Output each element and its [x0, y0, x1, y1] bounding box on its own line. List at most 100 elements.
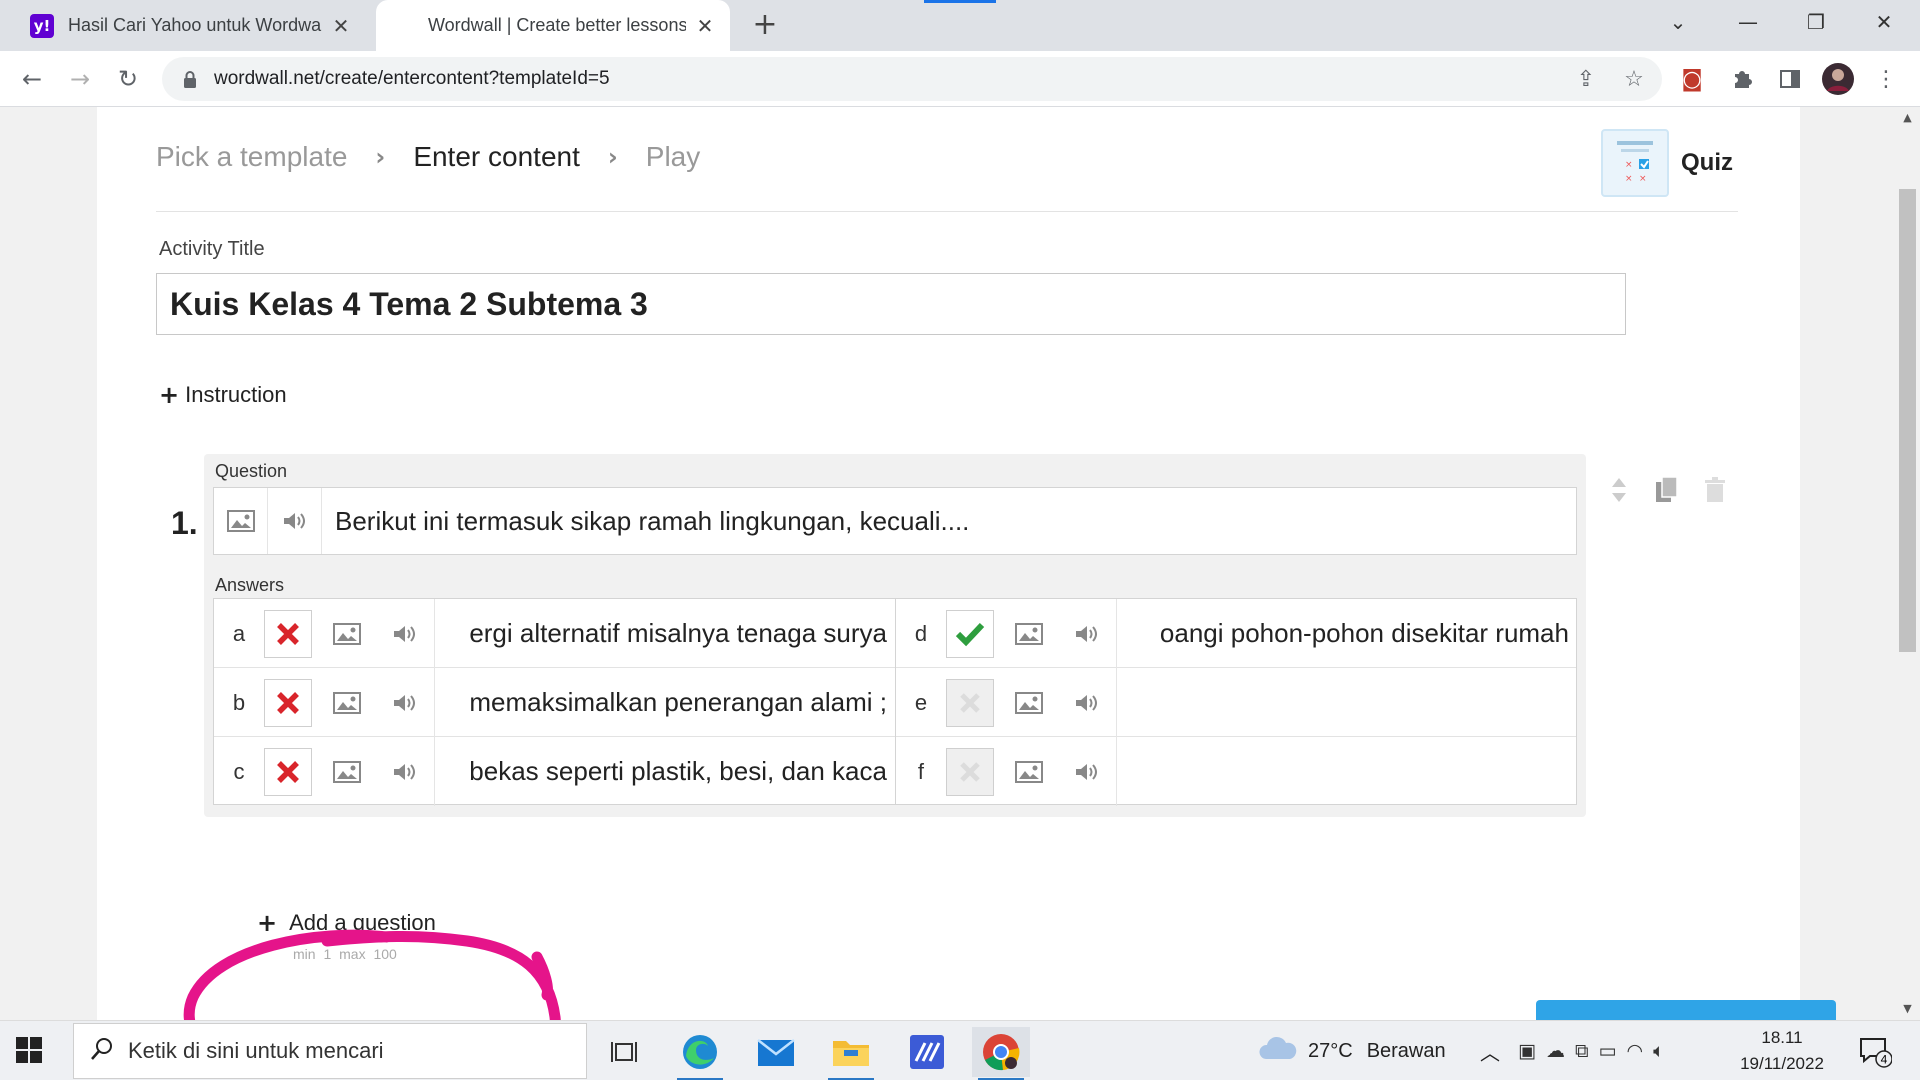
extensions-puzzle-icon[interactable] — [1726, 63, 1758, 95]
question-number: 1. — [171, 505, 198, 541]
incorrect-cross-icon[interactable] — [263, 747, 312, 796]
inactive-cross-icon[interactable] — [945, 678, 994, 727]
speaker-icon[interactable] — [376, 599, 434, 668]
screen-capture-icon[interactable]: ⧉ — [1575, 1040, 1589, 1062]
pocket-extension-icon[interactable]: ◙ — [1676, 63, 1708, 95]
reload-button[interactable]: ↻ — [110, 61, 146, 97]
volume-icon[interactable]: 🔈︎ — [1653, 1040, 1664, 1062]
speaker-icon[interactable] — [1058, 737, 1116, 806]
scrollbar-thumb[interactable] — [1899, 189, 1916, 652]
answer-text-input[interactable] — [1115, 737, 1577, 806]
question-row: Berikut ini termasuk sikap ramah lingkun… — [213, 487, 1577, 555]
chevron-right-icon: › — [375, 143, 386, 171]
incorrect-cross-icon[interactable] — [263, 678, 312, 727]
profile-avatar[interactable] — [1822, 63, 1854, 95]
chrome-icon[interactable] — [972, 1027, 1030, 1080]
yahoo-icon: y! — [30, 13, 54, 38]
tray-expand-icon[interactable]: ︿ — [1480, 1021, 1500, 1080]
meet-now-icon[interactable]: ▣ — [1518, 1040, 1536, 1062]
done-button[interactable] — [1536, 1000, 1836, 1020]
reorder-arrows-icon[interactable] — [1602, 473, 1636, 507]
svg-text:×: × — [1625, 160, 1633, 170]
duplicate-icon[interactable] — [1650, 473, 1684, 507]
taskbar-clock[interactable]: 18.11 19/11/2022 — [1734, 1025, 1830, 1077]
breadcrumb-pick-template[interactable]: Pick a template — [156, 141, 347, 173]
speaker-icon[interactable] — [376, 737, 434, 806]
close-icon[interactable]: ✕ — [330, 14, 352, 38]
answer-text-input[interactable] — [1115, 668, 1577, 737]
add-instruction-button[interactable]: + Instruction — [159, 381, 287, 409]
incorrect-cross-icon[interactable] — [263, 609, 312, 658]
answer-f: f — [896, 737, 1577, 806]
image-icon[interactable] — [1000, 599, 1058, 668]
quiz-template-icon: × × × — [1601, 129, 1669, 197]
tab-yahoo[interactable]: y! Hasil Cari Yahoo untuk Wordwall ✕ — [16, 0, 366, 51]
max-questions: max 100 — [339, 946, 397, 962]
answer-text-input[interactable]: ; memaksimalkan penerangan alami — [433, 668, 895, 737]
breadcrumb: Pick a template › Enter content › Play — [156, 141, 700, 173]
add-question-label: Add a question — [289, 910, 436, 935]
share-icon[interactable]: ⇪ — [1571, 64, 1601, 94]
clock-time: 18.11 — [1761, 1028, 1803, 1047]
notification-center-icon[interactable]: 4 — [1858, 1021, 1892, 1080]
chrome-menu-icon[interactable]: ⋮ — [1870, 63, 1902, 95]
battery-icon[interactable]: ▭ — [1599, 1040, 1617, 1062]
plus-icon: + — [159, 381, 180, 409]
add-question-button[interactable]: + Add a question — [257, 909, 436, 937]
answer-text-input[interactable]: bekas seperti plastik, besi, dan kaca — [433, 737, 895, 806]
close-window-button[interactable]: ✕ — [1850, 0, 1918, 44]
scroll-down-arrow-icon[interactable]: ▼ — [1895, 1002, 1920, 1015]
pink-highlight-circle — [183, 929, 561, 1020]
image-icon[interactable] — [318, 668, 376, 737]
edge-browser-icon[interactable] — [671, 1027, 729, 1080]
speaker-icon[interactable] — [1058, 599, 1116, 668]
close-icon[interactable]: ✕ — [694, 14, 716, 38]
forward-button[interactable]: → — [62, 61, 98, 97]
question-text-input[interactable]: Berikut ini termasuk sikap ramah lingkun… — [322, 506, 969, 537]
activity-title-input[interactable]: Kuis Kelas 4 Tema 2 Subtema 3 — [156, 273, 1626, 335]
wifi-icon[interactable]: ◠ — [1626, 1040, 1643, 1062]
tab-search-icon[interactable]: ⌄ — [1644, 0, 1712, 44]
file-explorer-icon[interactable] — [822, 1027, 880, 1080]
minimize-button[interactable]: — — [1714, 0, 1782, 44]
answer-b: b ; memaksimalkan penerangan alami — [214, 668, 895, 737]
task-view-icon[interactable] — [595, 1027, 653, 1077]
answer-letter: b — [232, 689, 246, 715]
correct-check-icon[interactable] — [945, 609, 994, 658]
side-panel-icon[interactable] — [1774, 63, 1806, 95]
image-icon[interactable] — [318, 599, 376, 668]
min-questions: min 1 — [293, 946, 332, 962]
windows-start-icon[interactable] — [16, 1037, 42, 1063]
bookmark-star-icon[interactable]: ☆ — [1619, 64, 1649, 94]
answer-text-input[interactable]: oangi pohon-pohon disekitar rumah — [1115, 599, 1577, 668]
template-badge[interactable]: × × × Quiz — [1601, 129, 1733, 197]
image-icon[interactable] — [318, 737, 376, 806]
answer-text-input[interactable]: ergi alternatif misalnya tenaga surya — [433, 599, 895, 668]
breadcrumb-enter-content: Enter content — [413, 141, 580, 172]
answer-letter: a — [232, 620, 246, 646]
speaker-icon[interactable] — [268, 488, 322, 554]
image-icon[interactable] — [1000, 737, 1058, 806]
new-tab-button[interactable]: + — [748, 8, 782, 42]
notification-badge: 4 — [1881, 1053, 1888, 1067]
trash-icon[interactable] — [1698, 473, 1732, 507]
image-icon[interactable] — [214, 488, 268, 554]
page-scrollbar[interactable]: ▲ ▼ — [1895, 107, 1920, 1020]
image-icon[interactable] — [1000, 668, 1058, 737]
tab-wordwall[interactable]: Wordwall | Create better lessons ✕ — [376, 0, 730, 51]
activity-title-label: Activity Title — [159, 238, 265, 260]
speaker-icon[interactable] — [1058, 668, 1116, 737]
onedrive-icon[interactable]: ☁ — [1546, 1040, 1565, 1062]
speaker-icon[interactable] — [376, 668, 434, 737]
pen-app-icon[interactable] — [898, 1027, 956, 1077]
weather-widget[interactable]: 27°C Berawan — [1258, 1021, 1446, 1080]
scroll-up-arrow-icon[interactable]: ▲ — [1895, 111, 1920, 124]
mail-icon[interactable] — [747, 1027, 805, 1077]
inactive-cross-icon[interactable] — [945, 747, 994, 796]
taskbar-search-box[interactable]: Ketik di sini untuk mencari — [73, 1023, 587, 1079]
weather-temperature: 27°C — [1308, 1039, 1353, 1062]
search-placeholder: Ketik di sini untuk mencari — [128, 1038, 384, 1063]
address-bar[interactable]: wordwall.net/create/entercontent?templat… — [162, 57, 1662, 101]
back-button[interactable]: ← — [14, 61, 50, 97]
restore-button[interactable]: ❐ — [1782, 0, 1850, 44]
